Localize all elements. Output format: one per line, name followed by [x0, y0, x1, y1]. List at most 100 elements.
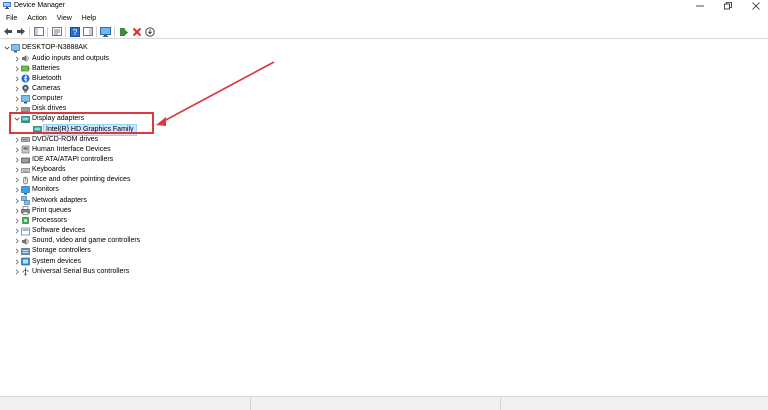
- tree-category-label: System devices: [32, 257, 82, 265]
- storage-icon: [21, 247, 30, 256]
- tree-category-sound[interactable]: Sound, video and game controllers: [13, 236, 140, 246]
- tree-category-printer[interactable]: Print queues: [13, 206, 71, 216]
- tree-category-label: Sound, video and game controllers: [32, 237, 141, 245]
- expand-chevron-icon[interactable]: [13, 236, 21, 246]
- status-pane: [501, 397, 768, 410]
- tree-category-storage[interactable]: Storage controllers: [13, 246, 91, 256]
- expand-chevron-icon[interactable]: [13, 64, 21, 74]
- help-icon: ?: [69, 26, 80, 37]
- scan-hardware-button[interactable]: [144, 26, 155, 37]
- tree-category-label: Human Interface Devices: [32, 145, 111, 153]
- collapse-chevron-icon[interactable]: [3, 43, 11, 53]
- tree-category-computer[interactable]: Computer: [13, 94, 63, 104]
- console-tree-icon: [33, 27, 44, 36]
- tree-root-label: DESKTOP-N3888AK: [22, 44, 88, 51]
- properties-button[interactable]: [51, 26, 62, 37]
- properties-icon: [51, 27, 62, 36]
- tree-category-label: Audio inputs and outputs: [32, 54, 110, 62]
- menu-action[interactable]: Action: [22, 14, 51, 24]
- toolbar-separator: [47, 26, 48, 37]
- software-device-icon: [21, 227, 30, 236]
- window-title: Device Manager: [14, 2, 65, 9]
- help-button[interactable]: ?: [69, 26, 80, 37]
- tree-category-ide[interactable]: IDE ATA/ATAPI controllers: [13, 155, 113, 165]
- tree-category-usb[interactable]: Universal Serial Bus controllers: [13, 267, 129, 277]
- tree-category-bluetooth[interactable]: Bluetooth: [13, 74, 62, 84]
- expand-chevron-icon[interactable]: [13, 165, 21, 175]
- status-pane: [0, 397, 251, 410]
- camera-icon: [21, 84, 30, 93]
- menu-help[interactable]: Help: [77, 14, 101, 24]
- tree-category-mouse[interactable]: Mice and other pointing devices: [13, 175, 130, 185]
- expand-chevron-icon[interactable]: [13, 226, 21, 236]
- uninstall-icon: [132, 27, 141, 36]
- tree-category-system[interactable]: System devices: [13, 257, 81, 267]
- tree-category-camera[interactable]: Cameras: [13, 84, 60, 94]
- uninstall-device-button[interactable]: [131, 26, 142, 37]
- back-icon: [3, 28, 12, 35]
- expand-chevron-icon[interactable]: [13, 185, 21, 195]
- toolbar-separator: [96, 26, 97, 37]
- tree-category-label: Keyboards: [32, 166, 66, 174]
- tree-category-keyboard[interactable]: Keyboards: [13, 165, 65, 175]
- expand-chevron-icon[interactable]: [13, 155, 21, 165]
- expand-chevron-icon[interactable]: [13, 267, 21, 277]
- tree-category-label: Processors: [32, 216, 68, 224]
- tree-category-hid[interactable]: Human Interface Devices: [13, 145, 111, 155]
- display-button[interactable]: [100, 26, 111, 37]
- expand-chevron-icon[interactable]: [13, 145, 21, 155]
- menu-bar: File Action View Help: [0, 13, 768, 24]
- forward-button[interactable]: [15, 26, 26, 37]
- show-hide-console-tree-button[interactable]: [33, 26, 44, 37]
- expand-chevron-icon[interactable]: [13, 246, 21, 256]
- expand-chevron-icon[interactable]: [13, 175, 21, 185]
- device-tree: DESKTOP-N3888AK Audio inputs and outputs…: [0, 40, 768, 396]
- action-pane-icon: [82, 27, 93, 36]
- tree-category-label: Software devices: [32, 227, 86, 235]
- usb-icon: [21, 267, 30, 276]
- tree-category-dvd[interactable]: DVD/CD-ROM drives: [13, 135, 98, 145]
- tree-category-battery[interactable]: Batteries: [13, 64, 60, 74]
- status-bar: [0, 396, 768, 410]
- expand-chevron-icon[interactable]: [13, 54, 21, 64]
- expand-chevron-icon[interactable]: [13, 84, 21, 94]
- computer-icon: [11, 43, 20, 53]
- tree-category-speaker[interactable]: Audio inputs and outputs: [13, 54, 109, 64]
- update-driver-icon: [119, 27, 128, 36]
- action-pane-button[interactable]: [82, 26, 93, 37]
- tree-category-software-device[interactable]: Software devices: [13, 226, 85, 236]
- expand-chevron-icon[interactable]: [13, 94, 21, 104]
- menu-file[interactable]: File: [0, 14, 22, 24]
- expand-chevron-icon[interactable]: [13, 135, 21, 145]
- network-icon: [21, 196, 30, 205]
- printer-icon: [21, 206, 30, 216]
- forward-icon: [16, 28, 25, 35]
- expand-chevron-icon[interactable]: [13, 257, 21, 267]
- close-button[interactable]: [744, 0, 768, 12]
- device-manager-window: Device Manager File Action View Help ? D…: [0, 0, 768, 410]
- tree-category-label: IDE ATA/ATAPI controllers: [32, 156, 114, 163]
- status-pane: [251, 397, 502, 410]
- tree-category-monitor[interactable]: Monitors: [13, 185, 59, 195]
- tree-category-processor[interactable]: Processors: [13, 216, 67, 226]
- menu-view[interactable]: View: [52, 14, 77, 24]
- system-icon: [21, 257, 30, 266]
- expand-chevron-icon[interactable]: [13, 196, 21, 206]
- tree-category-network[interactable]: Network adapters: [13, 196, 87, 206]
- tree-category-label: Computer: [32, 95, 63, 103]
- computer-icon: [21, 94, 30, 104]
- tree-category-label: DVD/CD-ROM drives: [32, 135, 99, 143]
- monitor-icon: [21, 186, 30, 195]
- update-driver-button[interactable]: [118, 26, 129, 37]
- expand-chevron-icon[interactable]: [13, 216, 21, 226]
- expand-chevron-icon[interactable]: [13, 206, 21, 216]
- maximize-button[interactable]: [716, 0, 740, 12]
- restore-icon: [724, 2, 732, 10]
- expand-chevron-icon[interactable]: [13, 74, 21, 84]
- ide-icon: [21, 156, 30, 165]
- tree-root-node[interactable]: DESKTOP-N3888AK: [3, 43, 88, 53]
- back-button[interactable]: [2, 26, 13, 37]
- minimize-button[interactable]: [688, 0, 712, 12]
- toolbar: ?: [0, 25, 768, 39]
- tree-category-label: Cameras: [32, 84, 61, 92]
